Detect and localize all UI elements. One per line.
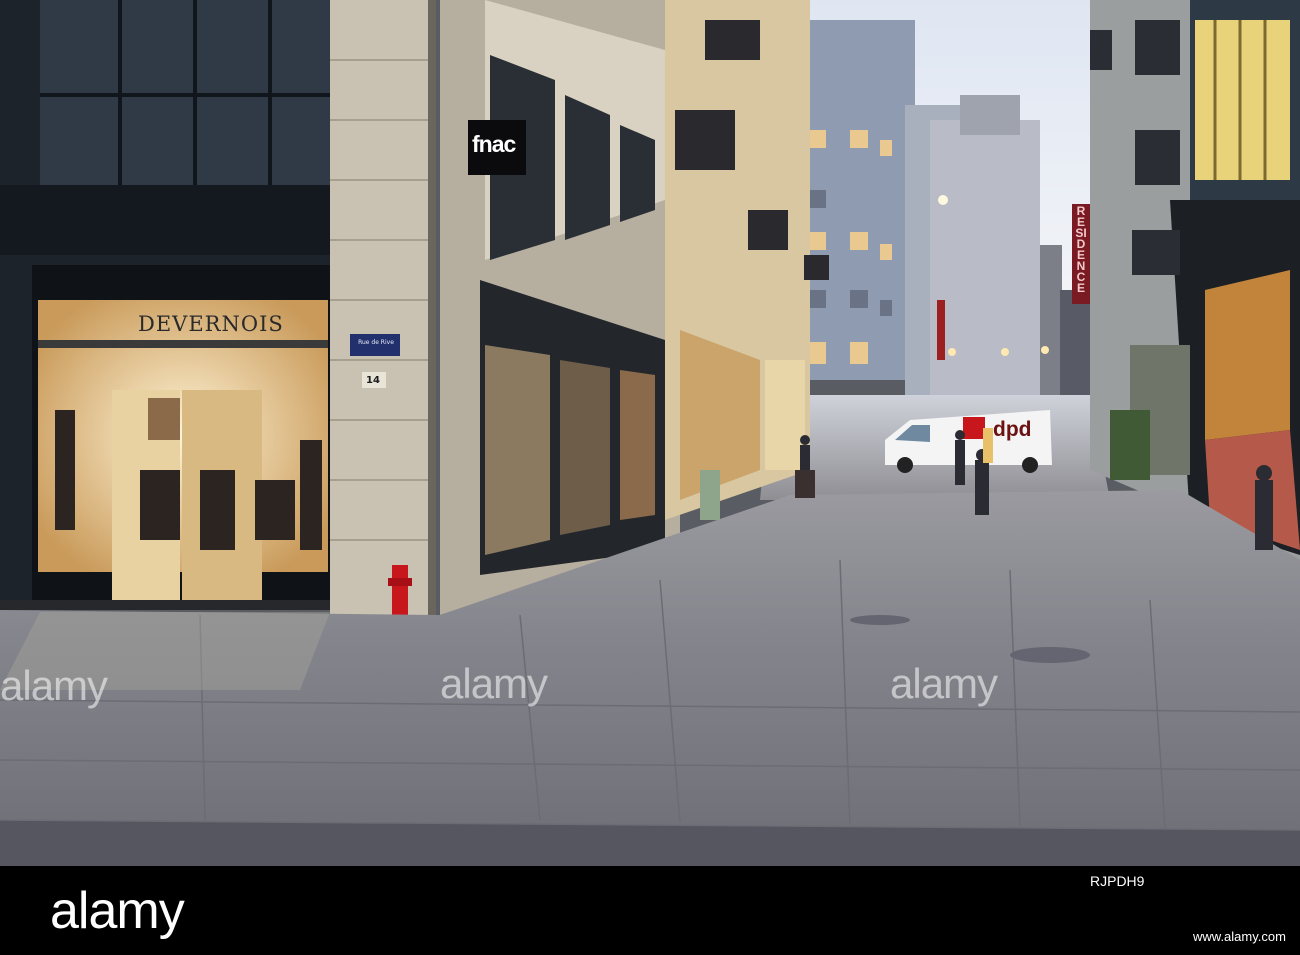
alamy-url-link[interactable]: www.alamy.com <box>1193 929 1286 944</box>
building-number-plate: 14 <box>366 375 380 386</box>
street-photo: DEVERNOIS fnac Rue de Rive 14 dpd RESIDE… <box>0 0 1300 866</box>
alamy-logo: alamy <box>50 882 185 940</box>
hotel-vertical-sign: RESIDENCE <box>1075 204 1087 295</box>
dpd-van-logo: dpd <box>993 418 1032 441</box>
street-scene-illustration <box>0 0 1300 866</box>
street-name-plate: Rue de Rive <box>358 339 394 346</box>
shop-sign: DEVERNOIS <box>138 312 284 336</box>
fnac-store-sign: fnac <box>472 131 516 157</box>
watermark-left: alamy <box>0 662 108 709</box>
watermark-center: alamy <box>440 660 548 707</box>
image-id-label: RJPDH9 <box>1090 873 1145 889</box>
watermark-right: alamy <box>890 660 998 707</box>
